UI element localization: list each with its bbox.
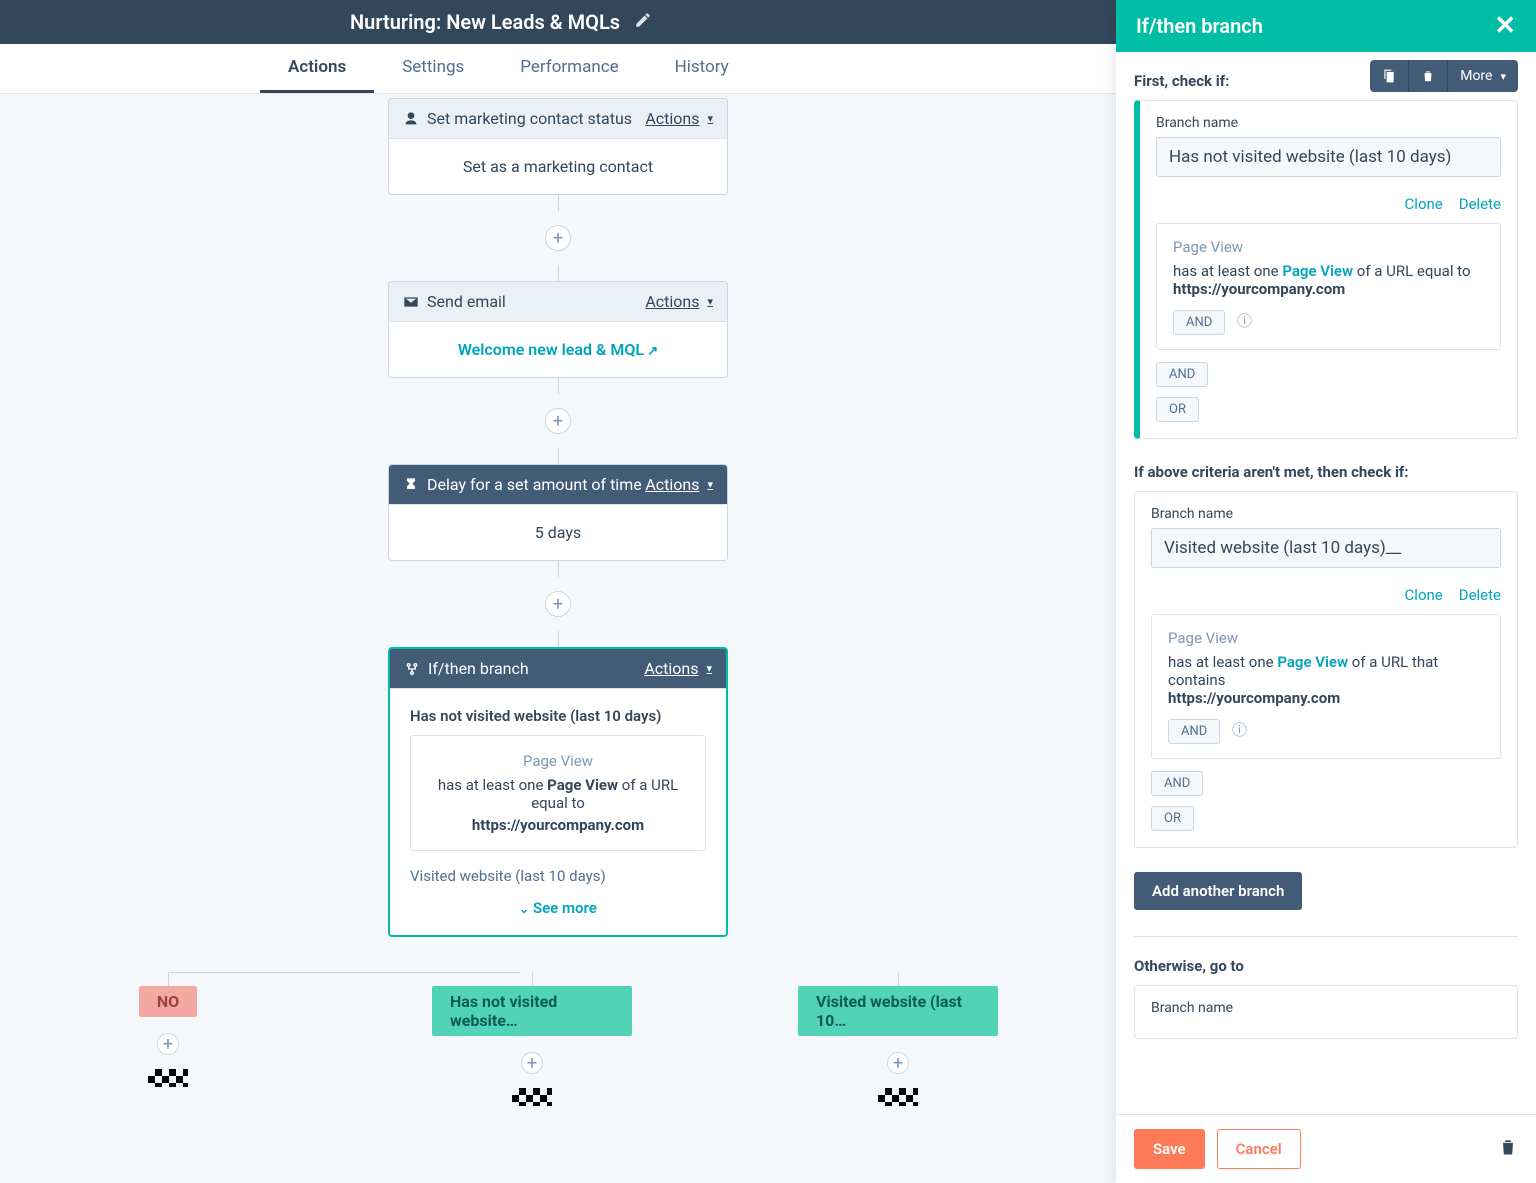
node-body: Set as a marketing contact (389, 138, 727, 194)
node-actions-menu[interactable]: Actions (644, 659, 712, 678)
branch-name-label: Branch name (1151, 506, 1501, 522)
add-action-button[interactable]: + (521, 1052, 543, 1074)
add-action-button[interactable]: + (545, 591, 571, 617)
hourglass-icon (403, 477, 419, 493)
cancel-button[interactable]: Cancel (1217, 1129, 1301, 1169)
add-action-button[interactable]: + (157, 1033, 179, 1055)
branch-name-input-1[interactable] (1156, 137, 1501, 177)
close-icon[interactable]: ✕ (1494, 11, 1516, 41)
save-button[interactable]: Save (1134, 1129, 1205, 1169)
node-actions-menu[interactable]: Actions (645, 292, 713, 311)
clone-link[interactable]: Clone (1405, 195, 1443, 213)
tab-history[interactable]: History (647, 44, 757, 93)
second-check-label: If above criteria aren't met, then check… (1134, 463, 1518, 481)
or-chip[interactable]: OR (1151, 806, 1194, 831)
branch-name-label: Branch name (1151, 1000, 1501, 1016)
node-title: If/then branch (428, 659, 529, 678)
branch-editor-2: Branch name Clone Delete Page View has a… (1134, 491, 1518, 848)
and-chip[interactable]: AND (1156, 362, 1208, 387)
branch-badge-no[interactable]: NO (139, 986, 197, 1017)
branch-badge-1[interactable]: Has not visited website… (432, 986, 632, 1036)
tab-settings[interactable]: Settings (374, 44, 492, 93)
branch-editor-1: Branch name Clone Delete Page View has a… (1134, 100, 1518, 439)
workflow-canvas[interactable]: Set marketing contact status Actions Set… (0, 94, 1116, 1183)
end-icon (878, 1088, 918, 1106)
info-icon[interactable]: ⓘ (1232, 719, 1247, 740)
end-icon (148, 1069, 188, 1087)
tab-performance[interactable]: Performance (492, 44, 646, 93)
panel-title: If/then branch (1136, 14, 1263, 38)
branch-name-input-2[interactable] (1151, 528, 1501, 568)
clone-link[interactable]: Clone (1405, 586, 1443, 604)
delete-link[interactable]: Delete (1459, 195, 1501, 213)
and-chip-inner[interactable]: AND (1168, 719, 1220, 744)
and-chip-inner[interactable]: AND (1173, 310, 1225, 335)
node-title: Delay for a set amount of time (427, 475, 642, 494)
add-branch-button[interactable]: Add another branch (1134, 872, 1302, 910)
trash-icon[interactable] (1409, 60, 1448, 92)
or-chip[interactable]: OR (1156, 397, 1199, 422)
criteria-summary: Page View has at least one Page View of … (410, 735, 706, 851)
workflow-title: Nurturing: New Leads & MQLs (350, 10, 620, 34)
side-panel: If/then branch ✕ More First, check if: B… (1116, 0, 1536, 1183)
criteria-box-2[interactable]: Page View has at least one Page View of … (1151, 614, 1501, 759)
branch1-title: Has not visited website (last 10 days) (410, 707, 706, 725)
branch2-title: Visited website (last 10 days) (410, 867, 706, 885)
info-icon[interactable]: ⓘ (1237, 310, 1252, 331)
more-menu[interactable]: More (1448, 60, 1518, 92)
add-action-button[interactable]: + (887, 1052, 909, 1074)
node-send-email[interactable]: Send email Actions Welcome new lead & MQ… (388, 281, 728, 378)
trash-icon[interactable] (1498, 1137, 1518, 1161)
node-title: Send email (427, 292, 506, 311)
person-icon (403, 111, 419, 127)
see-more-link[interactable]: ⌄ See more (410, 899, 706, 917)
node-delay[interactable]: Delay for a set amount of time Actions 5… (388, 464, 728, 561)
edit-title-icon[interactable] (634, 10, 652, 34)
tab-actions[interactable]: Actions (260, 44, 374, 93)
and-chip[interactable]: AND (1151, 771, 1203, 796)
node-body: 5 days (389, 504, 727, 560)
panel-footer: Save Cancel (1116, 1114, 1536, 1183)
end-icon (512, 1088, 552, 1106)
email-link[interactable]: Welcome new lead & MQL (458, 340, 658, 359)
branch-badge-2[interactable]: Visited website (last 10… (798, 986, 998, 1036)
node-if-then-branch[interactable]: If/then branch Actions Has not visited w… (388, 647, 728, 937)
mail-icon (403, 294, 419, 310)
node-actions-menu[interactable]: Actions (645, 475, 713, 494)
branch-icon (404, 661, 420, 677)
add-action-button[interactable]: + (545, 408, 571, 434)
otherwise-label: Otherwise, go to (1134, 957, 1518, 975)
delete-link[interactable]: Delete (1459, 586, 1501, 604)
node-set-marketing-status[interactable]: Set marketing contact status Actions Set… (388, 98, 728, 195)
panel-toolbar: More (1370, 60, 1518, 92)
node-title: Set marketing contact status (427, 109, 632, 128)
node-actions-menu[interactable]: Actions (645, 109, 713, 128)
copy-icon[interactable] (1370, 60, 1409, 92)
add-action-button[interactable]: + (545, 225, 571, 251)
criteria-box-1[interactable]: Page View has at least one Page View of … (1156, 223, 1501, 350)
branch-name-label: Branch name (1156, 115, 1501, 131)
